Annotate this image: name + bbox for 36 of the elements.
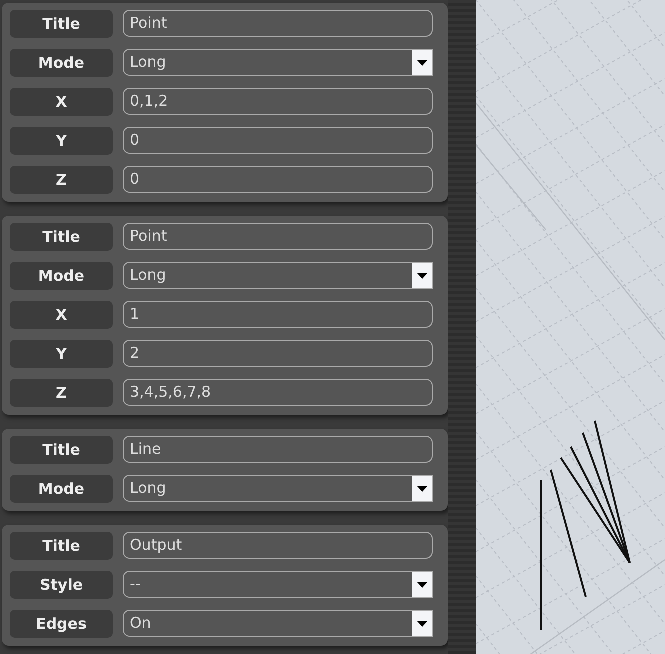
field-label: Z (10, 166, 113, 194)
field-label: X (10, 88, 113, 116)
field-label: Y (10, 340, 113, 368)
dropdown[interactable]: Long (123, 49, 433, 76)
field-label: Mode (10, 49, 113, 77)
input-field[interactable]: 0,1,2 (123, 88, 433, 115)
input-field[interactable]: Output (123, 532, 433, 559)
field-label: Z (10, 379, 113, 407)
input-field[interactable]: 0 (123, 127, 433, 154)
dropdown[interactable]: -- (123, 571, 433, 598)
input-field[interactable]: Point (123, 10, 433, 37)
dropdown[interactable]: Long (123, 262, 433, 289)
field-label: Title (10, 223, 113, 251)
caret-icon (417, 486, 428, 492)
field-label: Title (10, 10, 113, 38)
field-label: Mode (10, 475, 113, 503)
field-label: Edges (10, 610, 113, 638)
field-label: Style (10, 571, 113, 599)
field-label: X (10, 301, 113, 329)
caret-icon (417, 582, 428, 588)
caret-icon (417, 620, 428, 626)
input-field[interactable]: Line (123, 436, 433, 463)
field-label: Title (10, 532, 113, 560)
field-label: Mode (10, 262, 113, 290)
input-field[interactable]: 2 (123, 340, 433, 367)
field-label: Title (10, 436, 113, 464)
caret-icon (417, 60, 428, 66)
splitter-bar[interactable] (448, 0, 476, 654)
dropdown[interactable]: Long (123, 475, 433, 502)
input-field[interactable]: 0 (123, 166, 433, 193)
input-field[interactable]: 1 (123, 301, 433, 328)
input-field[interactable]: Point (123, 223, 433, 250)
input-field[interactable]: 3,4,5,6,7,8 (123, 379, 433, 406)
dropdown[interactable]: On (123, 610, 433, 637)
field-label: Y (10, 127, 113, 155)
caret-icon (417, 272, 428, 278)
